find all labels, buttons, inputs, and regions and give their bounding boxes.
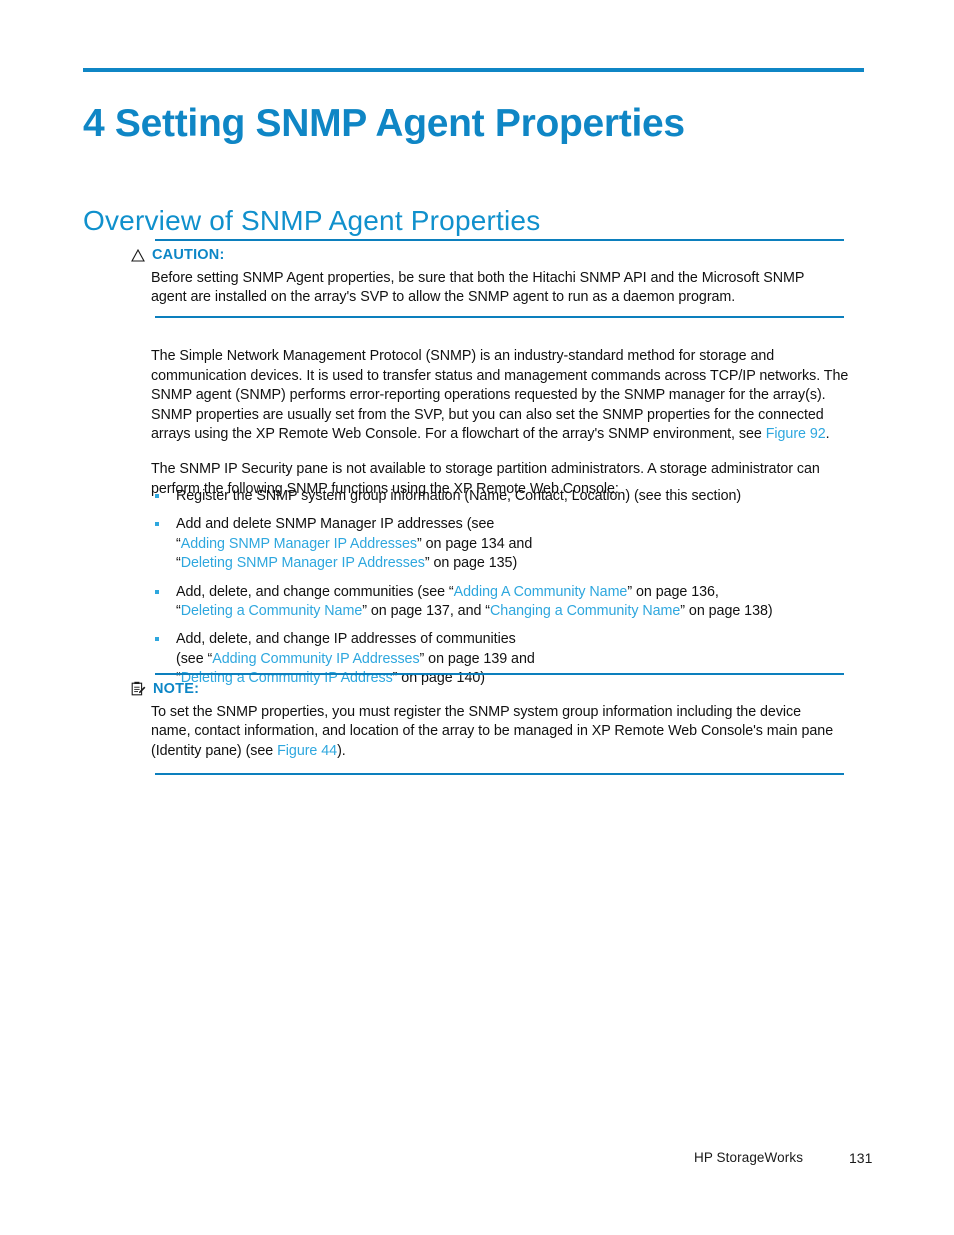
footer-page-number: 131 (849, 1150, 873, 1166)
figure-92-link[interactable]: Figure 92 (766, 426, 826, 442)
caution-top-rule (155, 239, 844, 241)
list-item: Register the SNMP system group informati… (151, 487, 851, 506)
caution-bottom-rule (155, 316, 844, 318)
bullet-marker-icon (155, 589, 159, 594)
cross-reference-link[interactable]: Changing a Community Name (490, 603, 680, 619)
caution-text: Before setting SNMP Agent properties, be… (151, 270, 805, 306)
note-bottom-rule (155, 773, 844, 775)
bullet-marker-icon (155, 637, 159, 642)
note-clipboard-icon (131, 681, 146, 696)
chapter-header-rule (83, 68, 864, 72)
bullet-marker-icon (155, 522, 159, 527)
footer-brand: HP StorageWorks (694, 1150, 804, 1165)
list-item: Add, delete, and change communities (see… (151, 583, 851, 622)
snmp-functions-list: Register the SNMP system group informati… (151, 487, 851, 689)
note-text-b: ). (337, 742, 346, 759)
figure-44-link[interactable]: Figure 44 (277, 743, 337, 759)
list-item-line: (see “Adding Community IP Addresses” on … (176, 650, 851, 669)
list-item-text: ” on page 134 and (417, 535, 533, 552)
list-item-text: (see “ (176, 650, 213, 667)
list-item-line: Add, delete, and change IP addresses of … (176, 630, 851, 649)
list-item-text: Add and delete SNMP Manager IP addresses… (176, 516, 495, 533)
cross-reference-link[interactable]: Deleting a Community Name (181, 603, 363, 619)
list-item-text: ” on page 135) (424, 555, 518, 572)
list-item-line: Add and delete SNMP Manager IP addresses… (176, 515, 851, 534)
caution-admonition: CAUTION: Before setting SNMP Agent prope… (131, 239, 844, 319)
caution-label: CAUTION: (152, 247, 225, 263)
intro-paragraph-text-b: . (825, 425, 830, 442)
document-page: 4 Setting SNMP Agent Properties Overview… (0, 0, 954, 1235)
page-footer: HP StorageWorks 131 (0, 1150, 954, 1172)
list-item-line: Register the SNMP system group informati… (176, 487, 851, 506)
intro-paragraph-text-a: The Simple Network Management Protocol (… (151, 348, 849, 442)
list-item-text: Add, delete, and change communities (see… (176, 583, 454, 600)
note-text: To set the SNMP properties, you must reg… (151, 703, 839, 761)
list-item-line: “Adding SNMP Manager IP Addresses” on pa… (176, 535, 851, 554)
note-top-rule (155, 673, 844, 675)
page-title: 4 Setting SNMP Agent Properties (83, 102, 685, 146)
list-item-text: Register the SNMP system group informati… (176, 488, 742, 504)
list-item-text: Add, delete, and change IP addresses of … (176, 631, 516, 648)
cross-reference-link[interactable]: Adding SNMP Manager IP Addresses (181, 536, 417, 552)
list-item-text: ” on page 136, (627, 583, 719, 600)
intro-paragraph: The Simple Network Management Protocol (… (151, 347, 851, 444)
list-item-line: Add, delete, and change communities (see… (176, 583, 851, 602)
note-label: NOTE: (153, 681, 200, 697)
caution-header: CAUTION: (131, 245, 224, 265)
cross-reference-link[interactable]: Deleting SNMP Manager IP Addresses (181, 555, 425, 571)
section-heading: Overview of SNMP Agent Properties (83, 205, 541, 237)
bullet-marker-icon (155, 494, 159, 498)
list-item-line: “Deleting a Community Name” on page 137,… (176, 602, 851, 621)
list-item-text: ” on page 137, and “ (362, 603, 491, 620)
cross-reference-link[interactable]: Adding A Community Name (454, 584, 628, 600)
list-item-text: ” on page 138) (680, 603, 773, 620)
note-header: NOTE: (131, 679, 199, 699)
list-item: Add and delete SNMP Manager IP addresses… (151, 515, 851, 573)
note-admonition: NOTE: To set the SNMP properties, you mu… (131, 673, 844, 778)
caution-triangle-icon (131, 248, 145, 262)
list-item-line: “Deleting SNMP Manager IP Addresses” on … (176, 554, 851, 573)
list-item-text: ” on page 139 and (419, 650, 535, 667)
cross-reference-link[interactable]: Adding Community IP Addresses (212, 651, 419, 667)
note-text-a: To set the SNMP properties, you must reg… (151, 704, 834, 759)
